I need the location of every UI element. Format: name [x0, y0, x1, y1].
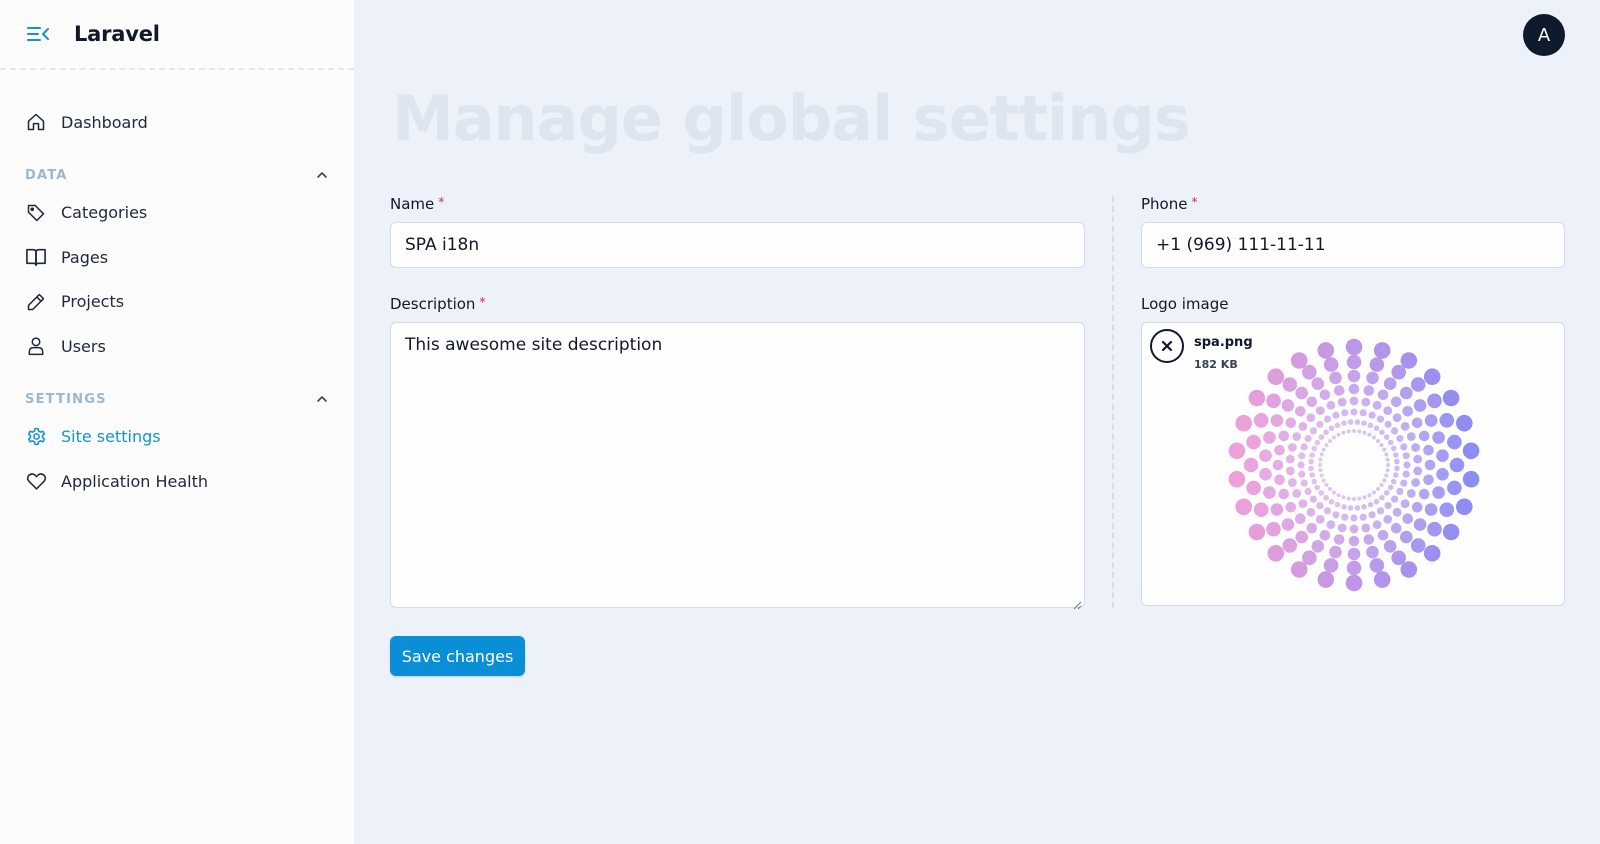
section-toggle-settings[interactable]: SETTINGS [0, 385, 354, 415]
file-size: 182 KB [1194, 358, 1238, 371]
heart-icon [25, 470, 47, 492]
user-icon [25, 335, 47, 357]
chevron-up-icon [316, 392, 328, 407]
gear-icon [25, 426, 47, 448]
file-name: spa.png [1194, 335, 1253, 350]
main-content: A Manage global settings Name * SPA i18n … [355, 0, 1600, 844]
section-toggle-data[interactable]: DATA [0, 161, 354, 191]
section-title: SETTINGS [25, 392, 107, 407]
close-icon [1161, 337, 1173, 356]
phone-label: Phone * [1141, 195, 1197, 213]
phone-label-text: Phone [1141, 195, 1188, 213]
column-divider [1112, 196, 1114, 608]
logo-image [1228, 338, 1480, 592]
sidebar: Laravel Dashboard DATA Categories Pages … [0, 0, 355, 844]
sidebar-item-pages[interactable]: Pages [0, 235, 354, 280]
description-field[interactable]: This awesome site description [390, 322, 1085, 610]
chevron-up-icon [316, 168, 328, 183]
home-icon [25, 111, 47, 133]
app-title: Laravel [74, 22, 160, 46]
required-mark: * [1191, 195, 1198, 209]
sidebar-item-categories[interactable]: Categories [0, 191, 354, 236]
save-button[interactable]: Save changes [390, 636, 525, 676]
sidebar-item-label: Application Health [61, 471, 209, 491]
sidebar-item-site-settings[interactable]: Site settings [0, 415, 354, 460]
sidebar-item-label: Users [61, 336, 106, 356]
sidebar-item-label: Site settings [61, 427, 161, 447]
description-value: This awesome site description [405, 335, 663, 355]
sidebar-item-dashboard[interactable]: Dashboard [0, 100, 354, 145]
sidebar-item-label: Categories [61, 203, 148, 223]
sidebar-item-projects[interactable]: Projects [0, 280, 354, 325]
phone-field[interactable]: +1 (969) 111-11-11 [1141, 222, 1565, 268]
name-label-text: Name [390, 195, 435, 213]
sidebar-item-label: Pages [61, 247, 109, 267]
remove-file-button[interactable] [1150, 329, 1184, 363]
pencil-icon [25, 291, 47, 313]
name-label: Name * [390, 195, 444, 213]
sidebar-item-label: Dashboard [61, 112, 148, 132]
required-mark: * [479, 295, 486, 309]
logo-upload[interactable]: spa.png 182 KB [1141, 322, 1565, 606]
sidebar-nav: Dashboard DATA Categories Pages Projects… [0, 70, 354, 504]
user-avatar[interactable]: A [1523, 14, 1565, 56]
brand-header: Laravel [0, 0, 354, 70]
logo-label: Logo image [1141, 295, 1229, 313]
collapse-menu-icon[interactable] [26, 22, 50, 46]
tag-icon [25, 202, 47, 224]
sidebar-item-application-health[interactable]: Application Health [0, 459, 354, 504]
sidebar-item-label: Projects [61, 292, 125, 312]
book-icon [25, 246, 47, 268]
name-field[interactable]: SPA i18n [390, 222, 1085, 268]
page-title: Manage global settings [392, 82, 1191, 155]
section-title: DATA [25, 168, 68, 183]
resize-handle-icon[interactable] [1072, 595, 1082, 610]
required-mark: * [438, 195, 445, 209]
description-label-text: Description [390, 295, 476, 313]
description-label: Description * [390, 295, 485, 313]
sidebar-item-users[interactable]: Users [0, 324, 354, 369]
